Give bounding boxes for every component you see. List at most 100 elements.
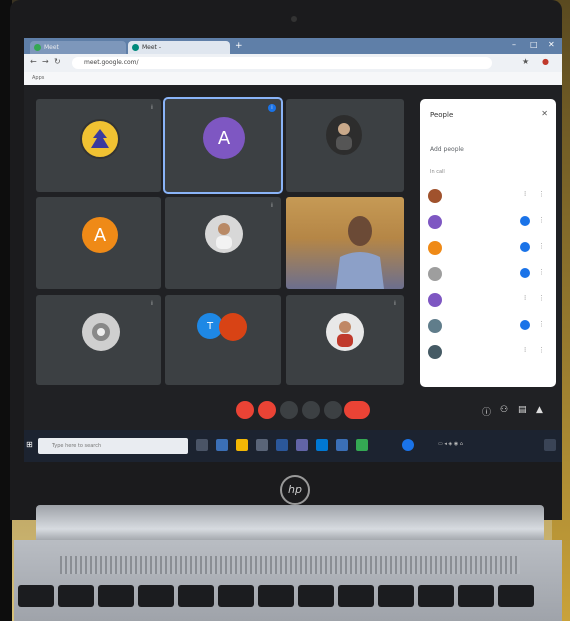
task-view-icon[interactable] [196,439,208,451]
participant-tile[interactable]: ⁞ [36,295,161,385]
chrome-icon[interactable] [356,439,368,451]
meet-app-icon[interactable] [402,439,414,451]
browser-tab-1[interactable]: Meet [30,41,126,54]
keyboard-key [18,585,54,607]
url-field[interactable]: meet.google.com/ [72,57,492,69]
extension-icon[interactable]: ★ [522,57,529,66]
word-icon[interactable] [276,439,288,451]
browser-tab-bar: Meet Meet - + – □ ✕ [24,38,562,54]
new-tab-icon[interactable]: + [235,41,243,51]
figure-icon [91,129,109,148]
participant-photo-icon [219,313,247,341]
speaking-icon [520,242,530,252]
windows-taskbar: ⊞ Type here to search ▭ ◂ ◈ ◉ ⌂ [24,430,562,462]
participant-row[interactable]: ⋮ [428,315,550,337]
more-options-icon[interactable]: ⋮ [538,268,545,276]
taskbar-search[interactable]: Type here to search [38,438,188,454]
edge-icon[interactable] [216,439,228,451]
more-options-icon[interactable]: ⋮ [538,346,545,354]
participant-avatar [428,189,442,203]
participant-tile[interactable] [286,99,404,192]
more-options-icon[interactable]: ⋮ [538,320,545,328]
person-video-icon [336,216,384,289]
flower-image-icon [92,323,110,341]
participant-avatar [428,293,442,307]
mic-icon[interactable]: ⁞ [524,346,526,354]
participant-tile[interactable]: ⁞ [36,99,161,192]
forward-icon[interactable]: → [42,57,49,66]
participant-avatar: A [82,217,118,253]
teams-icon[interactable] [296,439,308,451]
camera-toggle-icon[interactable] [258,401,276,419]
photo-scene: Meet Meet - + – □ ✕ ← → ↻ meet.google.co… [0,0,570,621]
notifications-icon[interactable] [544,439,556,451]
participant-photo-icon [326,115,362,155]
more-options-icon[interactable]: ⋮ [538,242,545,250]
participant-avatar [428,241,442,255]
participant-row[interactable]: ⋮ [428,211,550,233]
mic-icon[interactable]: ⁞ [524,294,526,302]
end-call-icon[interactable] [344,401,370,419]
speaking-icon [520,216,530,226]
participant-row[interactable]: ⁞ ⋮ [428,289,550,311]
person-silhouette-icon [337,321,353,347]
maximize-icon[interactable]: □ [530,40,538,49]
bookmark-apps[interactable]: Apps [32,75,44,81]
more-options-icon[interactable]: ⋮ [538,216,545,224]
info-icon[interactable]: ⓘ [482,405,491,418]
participant-avatar [428,319,442,333]
chat-icon[interactable]: ▤ [518,405,527,415]
mail-icon[interactable] [316,439,328,451]
mic-toggle-icon[interactable] [236,401,254,419]
more-options-icon[interactable]: ⋮ [538,190,545,198]
keyboard-key [138,585,174,607]
in-call-heading: In call [430,169,445,175]
bookmarks-bar: Apps [24,72,562,85]
video-tile[interactable] [286,197,404,289]
present-icon[interactable] [302,401,320,419]
laptop-hinge [36,505,544,545]
keyboard-key [58,585,94,607]
laptop-lid: Meet Meet - + – □ ✕ ← → ↻ meet.google.co… [10,0,562,520]
participant-tile[interactable]: T [165,295,281,385]
participant-avatar [428,267,442,281]
browser-tab-2[interactable]: Meet - [128,41,230,54]
minimize-icon[interactable]: – [512,40,516,49]
keyboard-key [298,585,334,607]
system-tray-icons[interactable]: ▭ ◂ ◈ ◉ ⌂ [438,441,463,447]
keyboard-key [498,585,534,607]
people-icon[interactable]: ⚇ [500,405,508,415]
activities-icon[interactable]: ▲ [536,405,543,415]
close-panel-icon[interactable]: ✕ [541,109,548,118]
participant-tile[interactable]: ⁞ [165,197,281,289]
close-icon[interactable]: ✕ [548,40,555,49]
participant-row[interactable]: ⋮ [428,263,550,285]
profile-avatar-icon[interactable]: ● [542,57,549,66]
meet-favicon-icon [132,44,139,51]
mic-icon: ⁞ [271,202,273,209]
add-people-button[interactable]: Add people [430,146,464,153]
keyboard-key [98,585,134,607]
app-icon[interactable] [336,439,348,451]
keyboard-key [178,585,214,607]
keyboard-key [338,585,374,607]
mic-icon[interactable]: ⁞ [524,190,526,198]
file-explorer-icon[interactable] [236,439,248,451]
participant-tile-active[interactable]: A ⁞ [163,97,283,194]
reload-icon[interactable]: ↻ [54,57,61,66]
webcam [291,16,297,22]
tab-label: Meet - [142,44,161,51]
start-icon[interactable]: ⊞ [26,440,36,452]
more-options-icon[interactable] [324,401,342,419]
participant-tile[interactable]: A [36,197,161,289]
keyboard-key [378,585,414,607]
participant-row[interactable]: ⋮ [428,237,550,259]
participant-tile[interactable]: ⁞ [286,295,404,385]
captions-icon[interactable] [280,401,298,419]
back-icon[interactable]: ← [30,57,37,66]
more-options-icon[interactable]: ⋮ [538,294,545,302]
store-icon[interactable] [256,439,268,451]
participant-row[interactable]: ⁞ ⋮ [428,185,550,207]
laptop-screen: Meet Meet - + – □ ✕ ← → ↻ meet.google.co… [24,38,562,462]
participant-row[interactable]: ⁞ ⋮ [428,341,550,363]
